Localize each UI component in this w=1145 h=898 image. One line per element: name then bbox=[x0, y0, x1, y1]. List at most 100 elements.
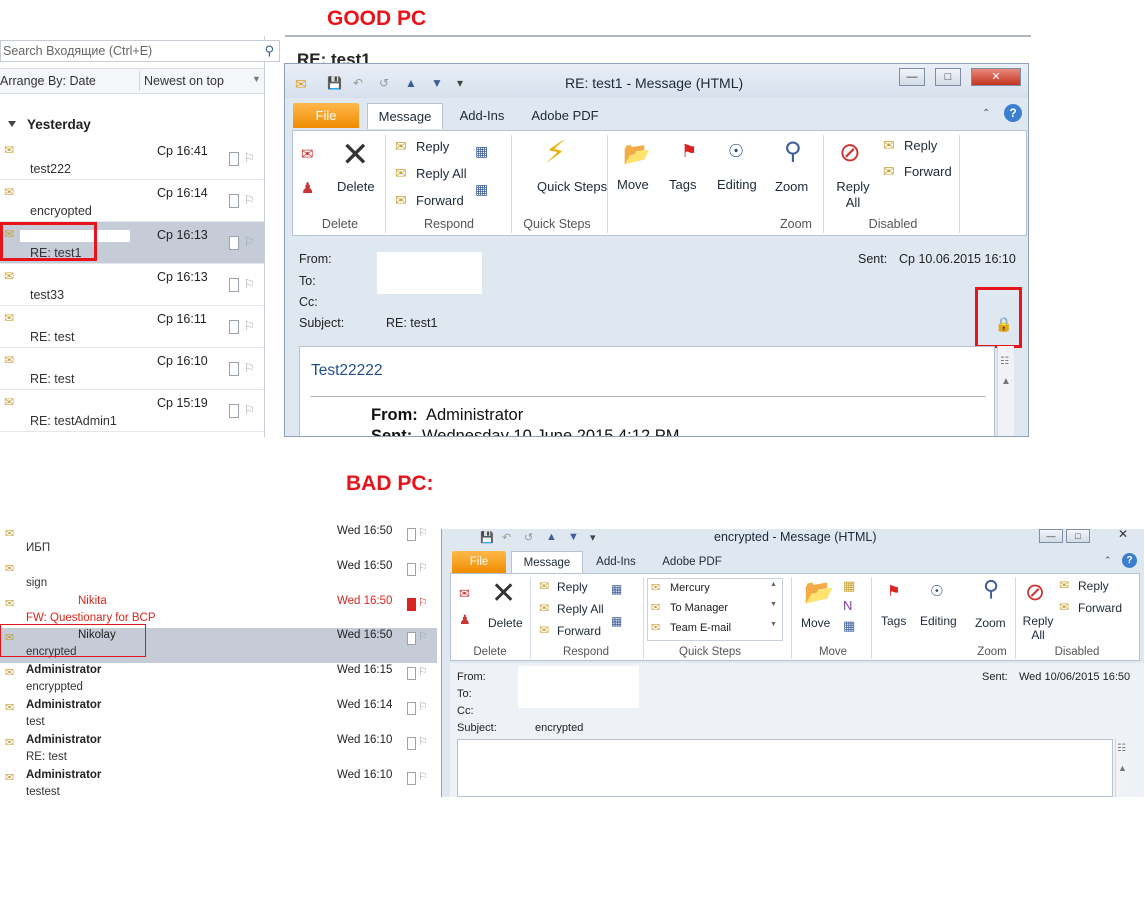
category-box[interactable] bbox=[229, 194, 239, 208]
scroll-down-icon[interactable]: ▼ bbox=[770, 601, 777, 608]
list-item[interactable]: ✉ Ср 15:19 RE: testAdmin1 ⚐ bbox=[0, 390, 264, 432]
junk-icon[interactable]: ♟ bbox=[459, 612, 471, 628]
message-body[interactable]: Test22222 From: Administrator Sent: Wedn… bbox=[299, 346, 995, 436]
list-item[interactable]: ✉ Administrator encryppted Wed 16:15 ⚐ bbox=[0, 663, 437, 698]
reply-all-icon[interactable]: ✉ bbox=[539, 601, 549, 615]
list-item[interactable]: ✉ Ср 16:11 RE: test ⚐ bbox=[0, 306, 264, 348]
customize-icon[interactable]: ▾ bbox=[590, 531, 596, 544]
zoom-button[interactable]: Zoom bbox=[975, 616, 1006, 630]
reply-all-button[interactable]: Reply All bbox=[557, 602, 604, 616]
more-respond-icon[interactable]: ▦ bbox=[611, 614, 622, 628]
reply-small-button[interactable]: Reply bbox=[1078, 579, 1109, 593]
chevron-down-icon[interactable]: ▼ bbox=[252, 74, 261, 84]
binoculars-icon[interactable]: ☉ bbox=[728, 141, 744, 162]
reply-icon[interactable]: ✉ bbox=[1059, 578, 1069, 592]
scroll-up-icon[interactable]: ▲ bbox=[1118, 763, 1127, 773]
list-item[interactable]: ✉ Ср 16:14 encryopted ⚐ bbox=[0, 180, 264, 222]
delete-icon[interactable]: ✕ bbox=[341, 135, 370, 175]
tab-add-ins[interactable]: Add-Ins bbox=[589, 551, 643, 573]
editing-button[interactable]: Editing bbox=[920, 614, 957, 628]
scroll-up-icon[interactable]: ▲ bbox=[770, 581, 777, 588]
category-box[interactable] bbox=[229, 152, 239, 166]
search-icon[interactable]: ⚲ bbox=[264, 43, 274, 59]
tags-button[interactable]: Tags bbox=[881, 614, 906, 628]
zoom-icon[interactable]: ⚲ bbox=[983, 576, 999, 602]
flag-icon[interactable]: ⚐ bbox=[418, 561, 428, 574]
forward-icon[interactable]: ✉ bbox=[883, 163, 895, 180]
list-item[interactable]: ✉ ИБП Wed 16:50 ⚐ bbox=[0, 524, 437, 559]
scrollbar[interactable]: ☷ ▲ bbox=[1115, 739, 1130, 797]
arrow-up-icon[interactable]: ▲ bbox=[405, 76, 417, 90]
category-box[interactable] bbox=[229, 278, 239, 292]
category-box[interactable] bbox=[407, 737, 416, 750]
save-icon[interactable]: 💾 bbox=[480, 531, 494, 544]
arrow-down-icon[interactable]: ▼ bbox=[568, 531, 579, 543]
binoculars-icon[interactable]: ☉ bbox=[930, 582, 943, 600]
flag-icon[interactable]: ⚐ bbox=[418, 735, 428, 748]
category-box[interactable] bbox=[407, 667, 416, 680]
move-icon[interactable]: 📂 bbox=[804, 578, 834, 607]
undo-icon[interactable]: ↶ bbox=[502, 531, 511, 544]
actions-icon[interactable]: ▦ bbox=[843, 618, 855, 634]
arrange-by-label[interactable]: Arrange By: Date bbox=[0, 74, 96, 88]
flag-icon[interactable]: ⚐ bbox=[418, 526, 428, 539]
category-box[interactable] bbox=[407, 528, 416, 541]
tags-button[interactable]: Tags bbox=[669, 177, 696, 192]
category-box[interactable] bbox=[229, 236, 239, 250]
people-pane-icon[interactable]: ☷ bbox=[1117, 743, 1126, 754]
category-box[interactable] bbox=[229, 320, 239, 334]
list-item[interactable]: ✉ Administrator test Wed 16:14 ⚐ bbox=[0, 698, 437, 733]
meeting-icon[interactable]: ▦ bbox=[475, 143, 488, 160]
arrange-bar[interactable]: Arrange By: Date Newest on top ▼ bbox=[0, 68, 264, 94]
help-icon[interactable]: ? bbox=[1122, 553, 1137, 568]
category-box[interactable] bbox=[229, 362, 239, 376]
move-button[interactable]: Move bbox=[617, 177, 649, 192]
flag-icon[interactable]: ⚐ bbox=[244, 403, 255, 417]
customize-icon[interactable]: ▾ bbox=[457, 76, 463, 90]
close-icon[interactable]: ✕ bbox=[1118, 529, 1128, 541]
ignore-icon[interactable]: ✉ bbox=[459, 586, 470, 602]
help-icon[interactable]: ? bbox=[1004, 104, 1022, 122]
editing-button[interactable]: Editing bbox=[717, 177, 757, 192]
redo-icon[interactable]: ↺ bbox=[524, 531, 533, 544]
forward-button[interactable]: Forward bbox=[557, 624, 601, 638]
flag-icon[interactable]: ⚐ bbox=[244, 235, 255, 249]
redo-icon[interactable]: ↺ bbox=[379, 76, 389, 90]
scroll-up-icon[interactable]: ▲ bbox=[1001, 376, 1011, 387]
category-box[interactable] bbox=[229, 404, 239, 418]
delete-button[interactable]: Delete bbox=[488, 616, 523, 630]
arrow-up-icon[interactable]: ▲ bbox=[546, 531, 557, 543]
junk-icon[interactable]: ♟ bbox=[301, 179, 314, 197]
tab-adobe-pdf[interactable]: Adobe PDF bbox=[656, 551, 728, 573]
qs-item-team-email[interactable]: Team E-mail bbox=[670, 622, 731, 634]
flag-icon[interactable]: ⚐ bbox=[418, 665, 428, 678]
ignore-icon[interactable]: ✉ bbox=[301, 145, 314, 163]
message-body[interactable] bbox=[457, 739, 1113, 797]
category-box[interactable] bbox=[407, 598, 416, 611]
qs-item-mercury[interactable]: Mercury bbox=[670, 582, 710, 594]
move-icon[interactable]: 📂 bbox=[623, 141, 650, 167]
search-input[interactable]: Search Входящие (Ctrl+E) ⚲ bbox=[0, 40, 280, 62]
tags-flag-icon[interactable]: ⚑ bbox=[681, 141, 697, 162]
flag-icon[interactable]: ⚐ bbox=[418, 630, 428, 643]
forward-icon[interactable]: ✉ bbox=[1059, 600, 1069, 614]
minimize-button[interactable]: — bbox=[899, 68, 925, 86]
reply-icon[interactable]: ✉ bbox=[539, 579, 549, 593]
tags-flag-icon[interactable]: ⚑ bbox=[887, 582, 900, 600]
flag-icon[interactable]: ⚐ bbox=[418, 700, 428, 713]
reply-button[interactable]: Reply bbox=[557, 580, 588, 594]
category-box[interactable] bbox=[407, 563, 416, 576]
tab-message[interactable]: Message bbox=[511, 551, 583, 574]
flag-icon[interactable]: ⚐ bbox=[244, 277, 255, 291]
collapse-triangle-icon[interactable] bbox=[8, 121, 16, 127]
flag-icon[interactable]: ⚐ bbox=[244, 151, 255, 165]
quick-steps-gallery[interactable]: ✉ Mercury ✉ To Manager ✉ Team E-mail ▲ ▼… bbox=[647, 578, 783, 641]
category-box[interactable] bbox=[407, 772, 416, 785]
group-header-yesterday[interactable]: Yesterday bbox=[27, 117, 91, 132]
minimize-button[interactable]: — bbox=[1039, 529, 1063, 543]
zoom-button[interactable]: Zoom bbox=[775, 179, 808, 194]
tab-message[interactable]: Message bbox=[367, 103, 443, 129]
meeting-icon[interactable]: ▦ bbox=[611, 582, 622, 596]
rules-icon[interactable]: ▦ bbox=[843, 578, 855, 594]
zoom-icon[interactable]: ⚲ bbox=[784, 137, 802, 166]
